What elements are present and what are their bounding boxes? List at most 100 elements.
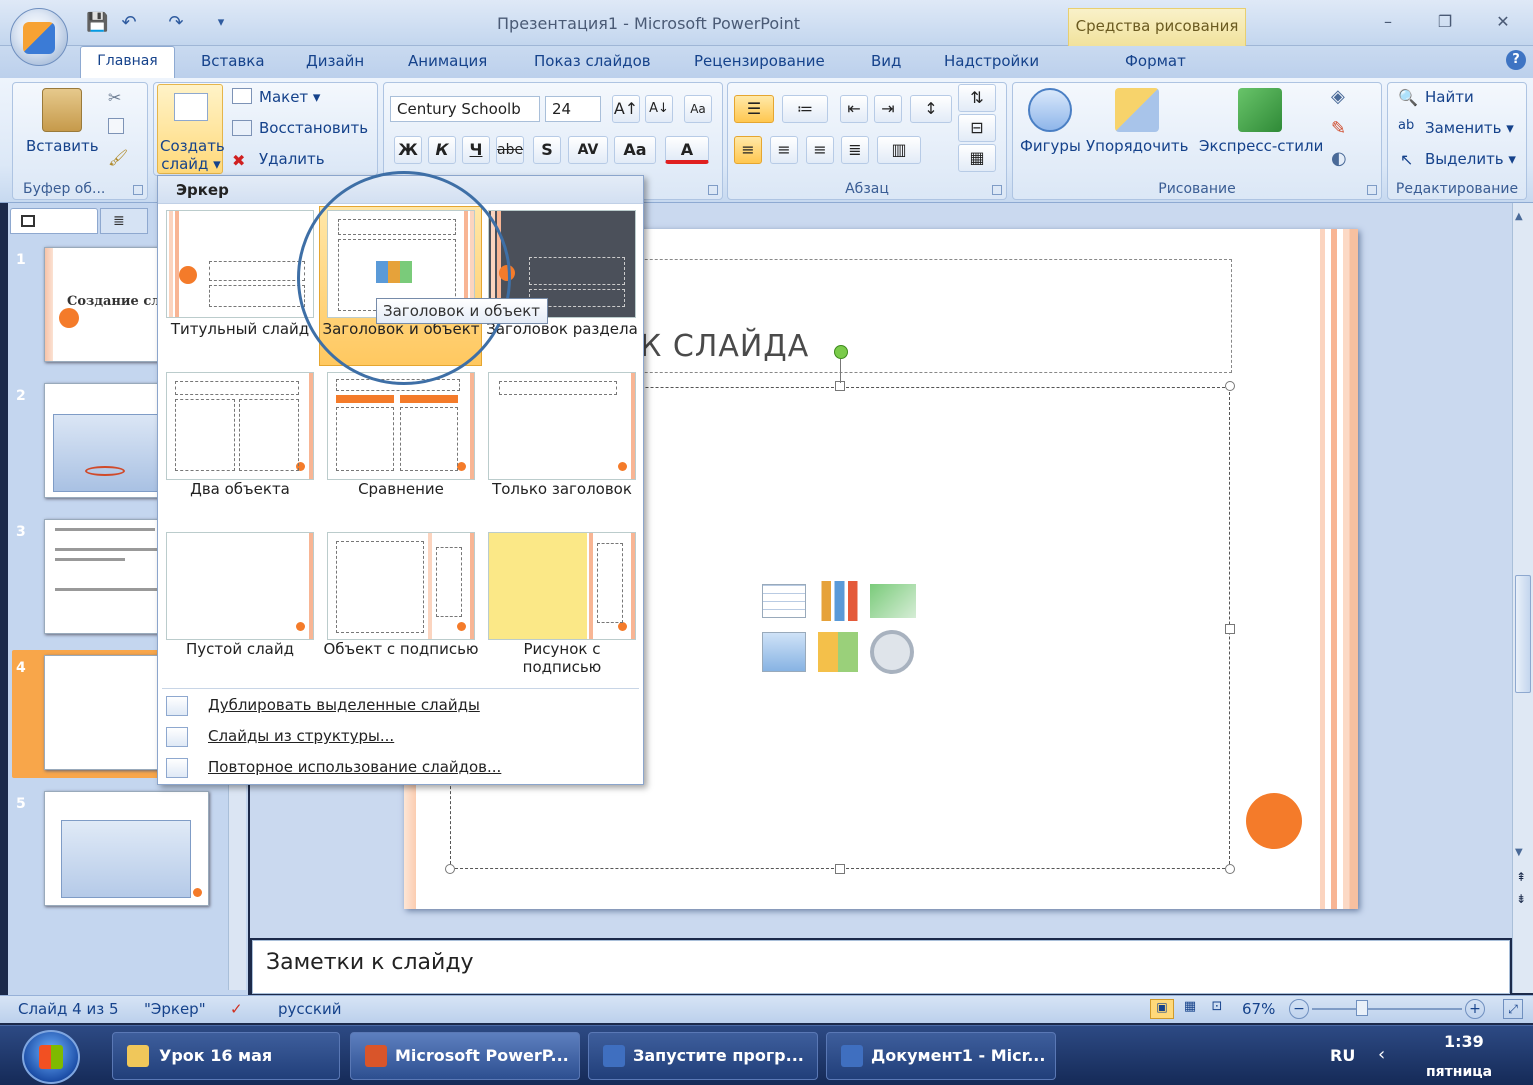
zoom-out-icon[interactable]: −	[1289, 999, 1309, 1019]
menu-slides-from-outline[interactable]: Слайды из структуры...	[208, 727, 394, 745]
justify-icon[interactable]: ≣	[841, 136, 869, 164]
fit-window-icon[interactable]: ⤢	[1503, 999, 1523, 1019]
start-button[interactable]	[22, 1030, 80, 1084]
scroll-thumb[interactable]	[1515, 575, 1531, 693]
font-color-button[interactable]: A	[665, 136, 709, 164]
align-center-icon[interactable]: ≡	[770, 136, 798, 164]
menu-reuse-slides[interactable]: Повторное использование слайдов...	[208, 758, 501, 776]
smartart-icon[interactable]: ▦	[958, 144, 996, 172]
office-button[interactable]	[10, 8, 68, 66]
underline-button[interactable]: Ч	[462, 136, 490, 164]
sorter-view-icon[interactable]: ▦	[1178, 999, 1202, 1019]
cut-icon[interactable]: ✂	[108, 88, 121, 107]
outline-tab[interactable]: ≣	[100, 208, 148, 234]
drawing-launcher-icon[interactable]	[1367, 185, 1377, 195]
insert-chart-icon[interactable]	[818, 581, 862, 621]
shape-fill-icon[interactable]: ◈	[1331, 86, 1345, 107]
scroll-down-icon[interactable]: ▼	[1515, 847, 1523, 858]
layout-title-only[interactable]	[488, 372, 636, 480]
paragraph-launcher-icon[interactable]	[992, 185, 1002, 195]
clear-format-icon[interactable]: Aa	[684, 95, 712, 123]
font-launcher-icon[interactable]	[708, 185, 718, 195]
char-spacing-button[interactable]: AV	[568, 136, 608, 164]
normal-view-icon[interactable]: ▣	[1150, 999, 1174, 1019]
grow-font-icon[interactable]: A↑	[612, 95, 640, 123]
decrease-indent-icon[interactable]: ⇤	[840, 95, 868, 123]
shadow-button[interactable]: S	[533, 136, 561, 164]
insert-smartart-icon[interactable]	[870, 584, 916, 618]
find-button[interactable]: Найти	[1425, 88, 1474, 106]
tab-view[interactable]: Вид	[871, 52, 901, 70]
tab-slideshow[interactable]: Показ слайдов	[534, 52, 651, 70]
tab-home[interactable]: Главная	[80, 46, 175, 80]
layout-picture-caption[interactable]	[488, 532, 636, 640]
arrange-icon[interactable]	[1115, 88, 1159, 132]
clipboard-launcher-icon[interactable]	[133, 185, 143, 195]
tab-design[interactable]: Дизайн	[306, 52, 364, 70]
taskbar-item-folder[interactable]: Урок 16 мая	[112, 1032, 340, 1080]
layout-comparison[interactable]	[327, 372, 475, 480]
minimize-button[interactable]: –	[1376, 12, 1400, 31]
tab-review[interactable]: Рецензирование	[694, 52, 825, 70]
resize-handle[interactable]	[1225, 624, 1235, 634]
columns-icon[interactable]: ▥	[877, 136, 921, 164]
align-right-icon[interactable]: ≡	[806, 136, 834, 164]
quick-styles-icon[interactable]	[1238, 88, 1282, 132]
reset-button[interactable]: Восстановить	[259, 119, 368, 137]
zoom-in-icon[interactable]: +	[1465, 999, 1485, 1019]
qat-customize-icon[interactable]: ▾	[210, 12, 232, 34]
tab-insert[interactable]: Вставка	[201, 52, 265, 70]
spellcheck-icon[interactable]: ✓	[230, 1000, 243, 1018]
arrange-button[interactable]: Упорядочить	[1086, 137, 1188, 155]
taskbar-item-word-1[interactable]: Запустите прогр...	[588, 1032, 818, 1080]
tab-animation[interactable]: Анимация	[408, 52, 487, 70]
close-button[interactable]: ✕	[1491, 12, 1515, 31]
tab-addins[interactable]: Надстройки	[944, 52, 1039, 70]
status-language[interactable]: русский	[278, 1000, 341, 1018]
paste-icon[interactable]	[42, 88, 82, 132]
slideshow-view-icon[interactable]: ⊡	[1205, 999, 1229, 1019]
zoom-level[interactable]: 67%	[1242, 1000, 1275, 1018]
slide-thumbnail-5[interactable]	[44, 791, 209, 906]
redo-icon[interactable]: ↷	[165, 12, 187, 34]
rotate-handle-icon[interactable]	[834, 345, 848, 359]
tray-expand-icon[interactable]: ‹	[1378, 1044, 1385, 1065]
text-direction-icon[interactable]: ⇅	[958, 84, 996, 112]
align-text-icon[interactable]: ⊟	[958, 114, 996, 142]
menu-duplicate-slides[interactable]: Дублировать выделенные слайды	[208, 696, 480, 714]
shapes-button[interactable]: Фигуры	[1020, 137, 1081, 155]
resize-handle[interactable]	[445, 864, 455, 874]
replace-button[interactable]: Заменить ▾	[1425, 119, 1514, 137]
scroll-up-icon[interactable]: ▲	[1515, 211, 1523, 222]
shapes-icon[interactable]	[1028, 88, 1072, 132]
resize-handle[interactable]	[1225, 864, 1235, 874]
insert-clipart-icon[interactable]	[818, 632, 858, 672]
layout-button[interactable]: Макет ▾	[259, 88, 320, 106]
clock-time[interactable]: 1:39	[1444, 1032, 1484, 1051]
shape-outline-icon[interactable]: ✎	[1331, 118, 1346, 139]
increase-indent-icon[interactable]: ⇥	[874, 95, 902, 123]
delete-button[interactable]: Удалить	[259, 150, 325, 168]
zoom-slider-thumb[interactable]	[1356, 1000, 1368, 1016]
layout-title-slide[interactable]	[166, 210, 314, 318]
layout-content-caption[interactable]	[327, 532, 475, 640]
italic-button[interactable]: К	[428, 136, 456, 164]
taskbar-item-word-2[interactable]: Документ1 - Micr...	[826, 1032, 1056, 1080]
format-painter-icon[interactable]: 🖌	[108, 148, 128, 167]
tab-format[interactable]: Формат	[1125, 52, 1186, 70]
input-language[interactable]: RU	[1330, 1046, 1355, 1065]
insert-table-icon[interactable]	[762, 584, 806, 618]
new-slide-button[interactable]: Создать слайд ▾	[157, 84, 225, 174]
undo-icon[interactable]: ↶	[118, 12, 140, 34]
bold-button[interactable]: Ж	[394, 136, 422, 164]
prev-slide-icon[interactable]: ⇞	[1516, 871, 1526, 883]
bullets-icon[interactable]: ☰	[734, 95, 774, 123]
layout-two-content[interactable]	[166, 372, 314, 480]
numbering-icon[interactable]: ≔	[782, 95, 828, 123]
help-icon[interactable]: ?	[1506, 50, 1526, 70]
font-name-combo[interactable]: Century Schoolb	[390, 96, 540, 122]
line-spacing-icon[interactable]: ↕	[910, 95, 952, 123]
shape-effects-icon[interactable]: ◐	[1331, 148, 1347, 169]
resize-handle[interactable]	[835, 864, 845, 874]
next-slide-icon[interactable]: ⇟	[1516, 893, 1526, 905]
